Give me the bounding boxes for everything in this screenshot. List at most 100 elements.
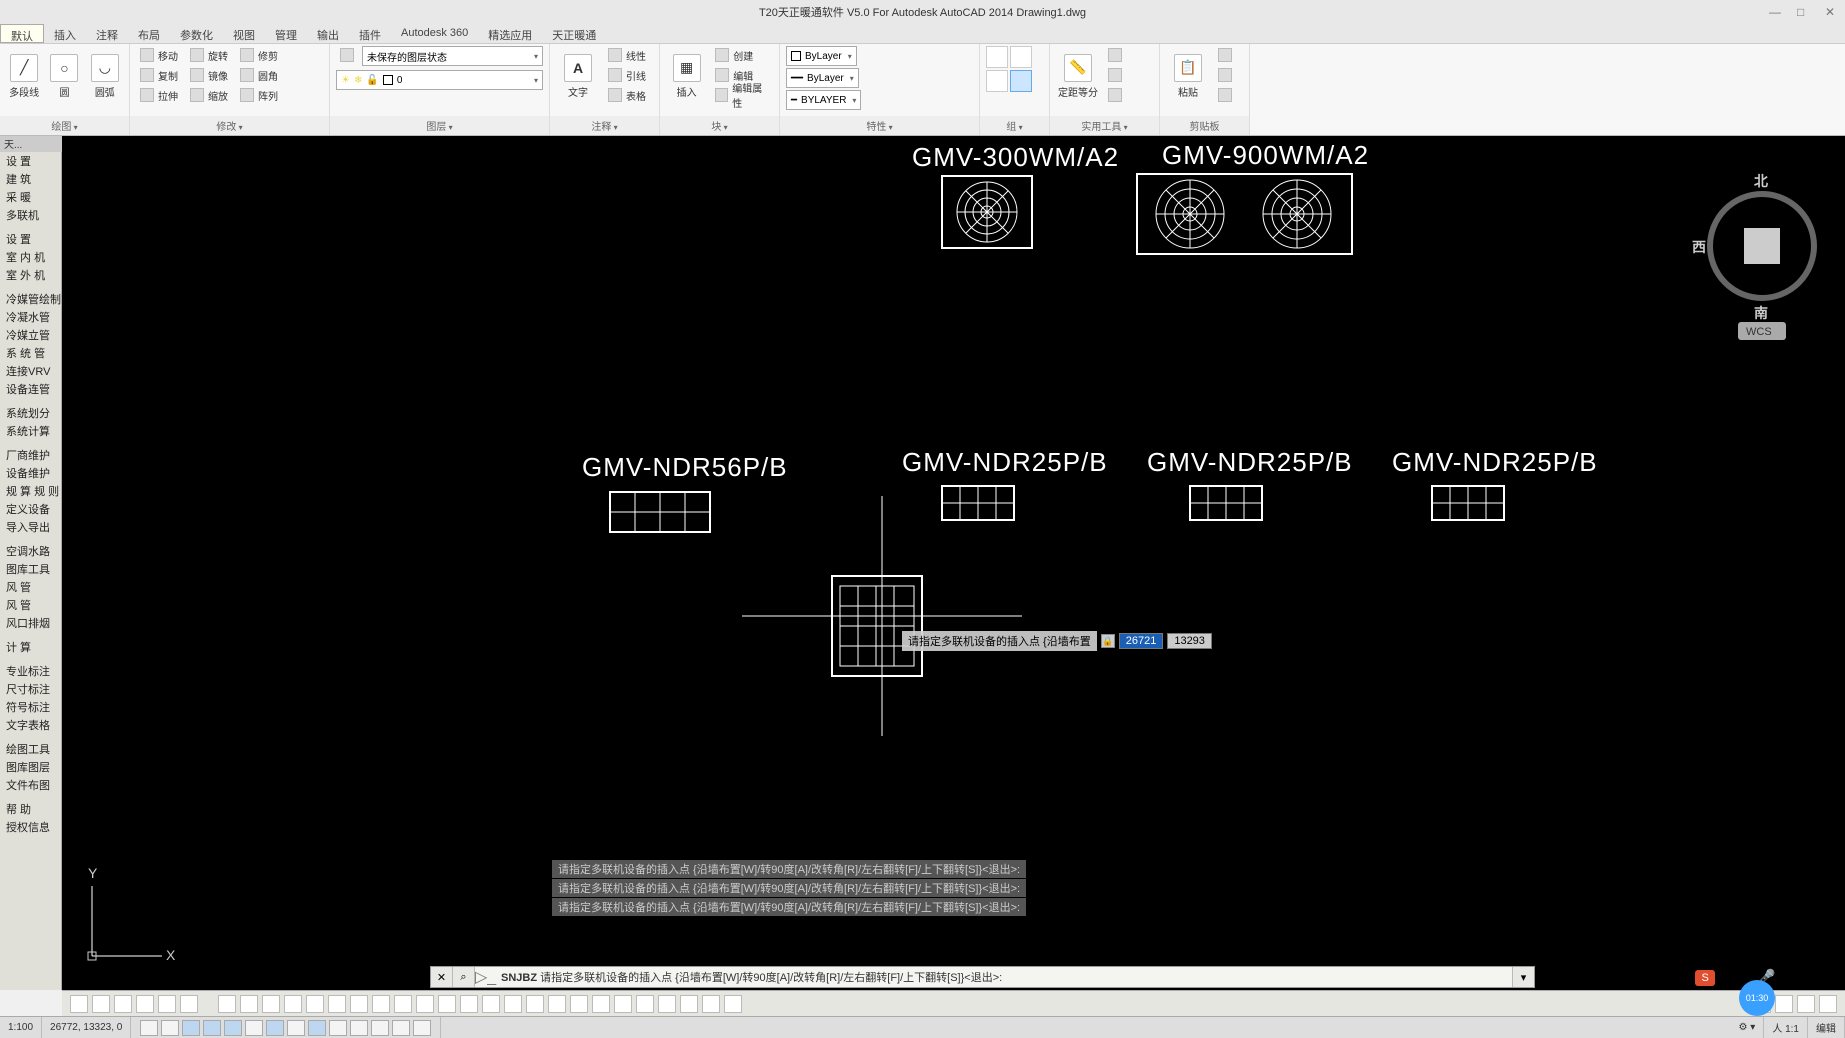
pal-item[interactable]: 定义设备 <box>0 500 61 518</box>
array-button[interactable]: 阵列 <box>236 86 282 104</box>
pal-item[interactable]: 设备连管 <box>0 380 61 398</box>
group-btn-4[interactable] <box>1010 70 1032 92</box>
qp-toggle[interactable] <box>371 1020 389 1036</box>
tab-plugins[interactable]: 插件 <box>349 24 391 43</box>
pal-item[interactable]: 计 算 <box>0 638 61 656</box>
polar-toggle[interactable] <box>203 1020 221 1036</box>
tab-view[interactable]: 视图 <box>223 24 265 43</box>
rotate-button[interactable]: 旋转 <box>186 46 232 64</box>
sb-ic[interactable] <box>460 995 478 1013</box>
tab-output[interactable]: 输出 <box>307 24 349 43</box>
sb-ic[interactable] <box>526 995 544 1013</box>
panel-prop-title[interactable]: 特性 <box>866 122 892 133</box>
sb-ic[interactable] <box>372 995 390 1013</box>
sb-ic[interactable] <box>504 995 522 1013</box>
tab-featured[interactable]: 精选应用 <box>478 24 542 43</box>
pal-item[interactable]: 室 外 机 <box>0 266 61 284</box>
sb-ic[interactable] <box>680 995 698 1013</box>
close-button[interactable]: ✕ <box>1825 5 1839 19</box>
pal-item[interactable]: 专业标注 <box>0 662 61 680</box>
util-3[interactable] <box>1104 86 1126 104</box>
copy-clip-button[interactable] <box>1214 66 1236 84</box>
sb-ic[interactable] <box>724 995 742 1013</box>
panel-layer-title[interactable]: 图层 <box>426 122 452 133</box>
sb-ic[interactable] <box>548 995 566 1013</box>
group-btn-2[interactable] <box>1010 46 1032 68</box>
pal-item[interactable]: 建 筑 <box>0 170 61 188</box>
snap-toggle[interactable] <box>140 1020 158 1036</box>
pal-item[interactable]: 风口排烟 <box>0 614 61 632</box>
pal-item[interactable]: 系 统 管 <box>0 344 61 362</box>
sb-ic[interactable] <box>614 995 632 1013</box>
dyn-x-input[interactable]: 26721 <box>1119 633 1164 649</box>
sb-ic[interactable] <box>350 995 368 1013</box>
tab-tangent[interactable]: 天正暖通 <box>542 24 606 43</box>
osnap-toggle[interactable] <box>224 1020 242 1036</box>
pal-item[interactable]: 绘图工具 <box>0 740 61 758</box>
pal-item[interactable]: 采 暖 <box>0 188 61 206</box>
pal-item[interactable]: 帮 助 <box>0 800 61 818</box>
lineweight-combo[interactable]: ━BYLAYER <box>786 90 861 110</box>
pal-item[interactable]: 授权信息 <box>0 818 61 836</box>
mirror-button[interactable]: 镜像 <box>186 66 232 84</box>
leader-button[interactable]: 引线 <box>604 66 650 84</box>
ortho-toggle[interactable] <box>182 1020 200 1036</box>
sb-ic[interactable] <box>1797 995 1815 1013</box>
util-1[interactable] <box>1104 46 1126 64</box>
panel-draw-title[interactable]: 绘图 <box>51 122 77 133</box>
grid-toggle[interactable] <box>161 1020 179 1036</box>
pal-item[interactable]: 图库图层 <box>0 758 61 776</box>
pal-item[interactable]: 冷媒立管 <box>0 326 61 344</box>
sb-ic[interactable] <box>328 995 346 1013</box>
layer-current-combo[interactable]: ☀❄🔓0 <box>336 70 543 90</box>
pal-item[interactable]: 图库工具 <box>0 560 61 578</box>
ime-indicator[interactable]: S <box>1695 970 1714 986</box>
paste-button[interactable]: 📋粘贴 <box>1166 46 1210 106</box>
ime-lang[interactable]: 中 <box>1721 970 1733 987</box>
pal-item[interactable]: 风 管 <box>0 578 61 596</box>
sb-ic[interactable] <box>240 995 258 1013</box>
command-line[interactable]: ✕ ⌕ ▷_ SNJBZ 请指定多联机设备的插入点 {沿墙布置[W]/转90度[… <box>430 966 1535 988</box>
cmdline-close-button[interactable]: ✕ <box>431 967 453 987</box>
am-toggle[interactable] <box>413 1020 431 1036</box>
tab-insert[interactable]: 插入 <box>44 24 86 43</box>
pal-item[interactable]: 连接VRV <box>0 362 61 380</box>
viewcube[interactable]: 上 北 西 南 <box>1692 173 1814 321</box>
tab-parametric[interactable]: 参数化 <box>170 24 223 43</box>
polyline-button[interactable]: ╱多段线 <box>6 46 42 106</box>
pal-item[interactable]: 设 置 <box>0 230 61 248</box>
pal-item[interactable]: 冷凝水管 <box>0 308 61 326</box>
pal-item[interactable]: 符号标注 <box>0 698 61 716</box>
sc-toggle[interactable] <box>392 1020 410 1036</box>
move-button[interactable]: 移动 <box>136 46 182 64</box>
sb-ic[interactable] <box>394 995 412 1013</box>
pal-item[interactable]: 多联机 <box>0 206 61 224</box>
cmdline-dropdown[interactable]: ▾ <box>1512 967 1534 987</box>
sb-ic[interactable] <box>70 995 88 1013</box>
tab-default[interactable]: 默认 <box>0 24 44 43</box>
tpy-toggle[interactable] <box>350 1020 368 1036</box>
group-btn-1[interactable] <box>986 46 1008 68</box>
circle-button[interactable]: ○圆 <box>46 46 82 106</box>
sb-ic[interactable] <box>570 995 588 1013</box>
minimize-button[interactable]: — <box>1769 5 1783 19</box>
measure-button[interactable]: 📏定距等分 <box>1056 46 1100 106</box>
cut-button[interactable] <box>1214 46 1236 64</box>
sb-ic[interactable] <box>658 995 676 1013</box>
pal-item[interactable]: 设备维护 <box>0 464 61 482</box>
table-button[interactable]: 表格 <box>604 86 650 104</box>
pal-item[interactable]: 风 管 <box>0 596 61 614</box>
sb-ic[interactable] <box>306 995 324 1013</box>
tab-a360[interactable]: Autodesk 360 <box>391 24 478 43</box>
layer-props-button[interactable] <box>336 46 358 64</box>
arc-button[interactable]: ◡圆弧 <box>87 46 123 106</box>
pal-item[interactable]: 系统计算 <box>0 422 61 440</box>
scale-button[interactable]: 缩放 <box>186 86 232 104</box>
drawing-canvas[interactable]: GMV-300WM/A2 GMV-900WM/A2 GMV-NDR56P/B G… <box>62 136 1845 990</box>
fillet-button[interactable]: 圆角 <box>236 66 282 84</box>
block-create-button[interactable]: 创建 <box>711 46 773 64</box>
pal-item[interactable]: 文件布图 <box>0 776 61 794</box>
dim-linear-button[interactable]: 线性 <box>604 46 650 64</box>
block-insert-button[interactable]: ▦插入 <box>666 46 707 106</box>
panel-group-title[interactable]: 组 <box>1006 122 1022 133</box>
